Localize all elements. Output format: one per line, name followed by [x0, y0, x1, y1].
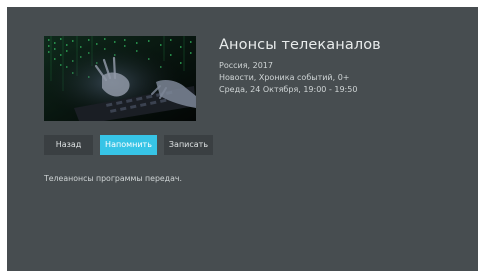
remind-button[interactable]: Напомнить	[100, 135, 157, 155]
program-genres: Новости, Хроника событий, 0+	[219, 73, 350, 82]
record-button[interactable]: Записать	[164, 135, 213, 155]
program-description: Телеанонсы программы передач.	[44, 174, 182, 183]
program-details-screen: Анонсы телеканалов Россия, 2017 Новости,…	[7, 7, 478, 271]
program-country-year: Россия, 2017	[219, 61, 273, 70]
program-title: Анонсы телеканалов	[219, 37, 381, 53]
program-poster	[44, 36, 196, 121]
poster-image	[44, 36, 196, 121]
program-schedule: Среда, 24 Октября, 19:00 - 19:50	[219, 85, 358, 94]
back-button[interactable]: Назад	[44, 135, 93, 155]
